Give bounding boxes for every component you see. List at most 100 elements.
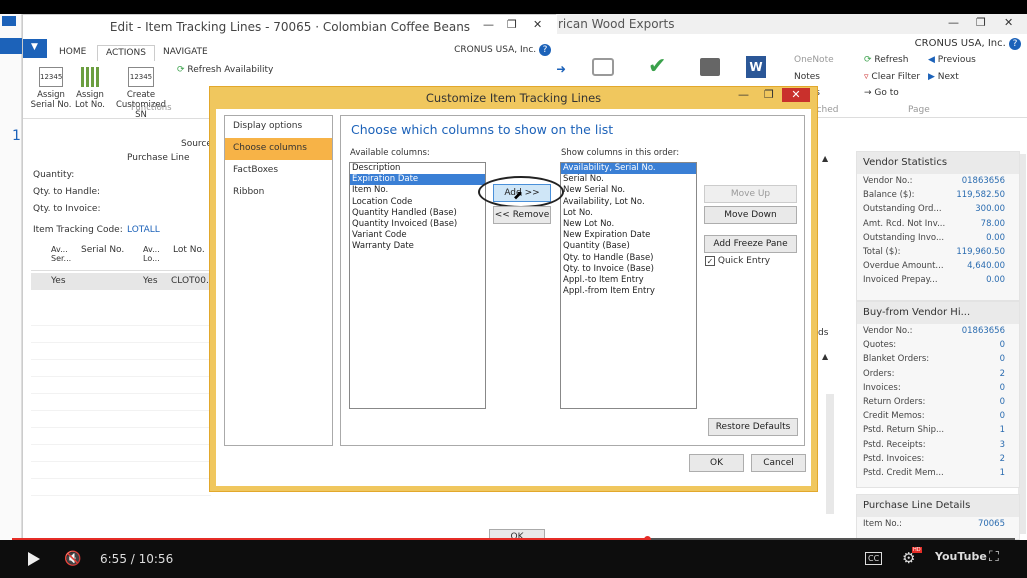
dialog-ok-button[interactable]: OK [689,454,744,472]
move-down-button[interactable]: Move Down [704,206,797,224]
list-item[interactable]: Lot No. [561,208,696,219]
dialog-close-button[interactable]: ✕ [782,88,810,102]
tab-navigate[interactable]: NAVIGATE [155,45,216,61]
vendor-stat-value[interactable]: 01863656 [962,176,1005,186]
scrollbar[interactable] [826,394,834,514]
help-icon[interactable]: ? [539,44,551,56]
vendor-stat-value[interactable]: 0.00 [986,275,1005,285]
nav-ribbon[interactable]: Ribbon [225,182,332,204]
clear-filter-button[interactable]: ▿ Clear Filter [864,72,920,82]
nav-display-options[interactable]: Display options [225,116,332,138]
restore-icon[interactable]: ❐ [764,88,774,101]
buy-from-value[interactable]: 2 [1000,369,1005,379]
help-icon[interactable]: ? [1009,38,1021,50]
nav-factboxes[interactable]: FactBoxes [225,160,332,182]
shown-columns-list[interactable]: Availability, Serial No. Serial No. New Se… [560,162,697,409]
col-lot-no[interactable]: Lot No. [173,245,205,255]
nav-choose-columns[interactable]: Choose columns [225,138,332,160]
list-item[interactable]: New Expiration Date [561,230,696,241]
list-item[interactable]: Quantity Handled (Base) [350,208,485,219]
collapse-icon[interactable]: ▲ [822,154,828,163]
file-menu-button[interactable]: ▼ [23,39,47,58]
vendor-stat-value[interactable]: 119,960.50 [956,247,1005,257]
list-item[interactable]: Availability, Lot No. [561,197,696,208]
mute-icon[interactable]: 🔇 [64,551,81,567]
next-button[interactable]: ▶ Next [928,72,959,82]
list-item[interactable]: Quantity Invoiced (Base) [350,219,485,230]
list-item[interactable]: Warranty Date [350,241,485,252]
col-avail-serial[interactable]: Av... Ser... [51,245,73,263]
move-up-button[interactable]: Move Up [704,185,797,203]
minimize-icon[interactable]: — [948,16,959,29]
arrow-icon[interactable]: ➜ [556,62,566,76]
list-item[interactable]: Serial No. [561,174,696,185]
vendor-stat-value[interactable]: 78.00 [981,219,1005,229]
list-item[interactable]: Availability, Serial No. [561,163,696,175]
list-item[interactable]: Expiration Date [350,174,485,186]
list-item[interactable]: Item No. [350,185,485,196]
goto-button[interactable]: → Go to [864,88,899,98]
add-freeze-pane-button[interactable]: Add Freeze Pane [704,235,797,253]
list-item[interactable]: New Serial No. [561,185,696,196]
buy-from-value[interactable]: 2 [1000,454,1005,464]
buy-from-value[interactable]: 0 [1000,354,1005,364]
close-icon[interactable]: ✕ [1004,16,1013,29]
bg-file-tab[interactable] [0,38,22,54]
available-columns-list[interactable]: Description Expiration Date Item No. Locati… [349,162,486,409]
restore-icon[interactable]: ❐ [507,18,517,31]
previous-button[interactable]: ◀ Previous [928,55,976,65]
list-item[interactable]: Qty. to Handle (Base) [561,253,696,264]
list-item[interactable]: Qty. to Invoice (Base) [561,264,696,275]
checkmark-icon[interactable]: ✔ [648,54,666,79]
list-item[interactable]: Appl.-to Item Entry [561,275,696,286]
vendor-stat-value[interactable]: 300.00 [975,204,1005,214]
print-icon[interactable] [700,58,720,76]
collapse-icon[interactable]: ▲ [822,352,828,361]
vendor-stat-value[interactable]: 4,640.00 [967,261,1005,271]
word-icon[interactable]: W [746,56,766,78]
list-item[interactable]: Description [350,163,485,174]
vendor-stat-value[interactable]: 119,582.50 [956,190,1005,200]
refresh-button[interactable]: ⟳ Refresh [864,55,908,65]
fullscreen-icon[interactable]: ⛶ [989,549,999,565]
buy-from-value[interactable]: 01863656 [962,326,1005,336]
buy-from-value[interactable]: 1 [1000,425,1005,435]
checkbox-checked-icon[interactable]: ✓ [705,256,715,266]
remove-button[interactable]: << Remove [493,206,551,224]
restore-defaults-button[interactable]: Restore Defaults [708,418,798,436]
refresh-availability-button[interactable]: ⟳ Refresh Availability [177,65,273,75]
play-icon[interactable] [28,552,40,566]
youtube-logo[interactable]: YouTube [935,550,987,563]
quick-entry-checkbox[interactable]: ✓ Quick Entry [705,256,770,266]
minimize-icon[interactable]: — [483,18,494,31]
list-item[interactable]: Variant Code [350,230,485,241]
col-serial-no[interactable]: Serial No. [81,245,124,255]
list-item[interactable]: Appl.-from Item Entry [561,286,696,297]
purchase-line-value[interactable]: 70065 [978,519,1005,529]
notes-button[interactable]: Notes [794,72,820,82]
buy-from-value[interactable]: 0 [1000,411,1005,421]
minimize-icon[interactable]: — [738,88,749,101]
buy-from-value[interactable]: 0 [1000,340,1005,350]
filter-icon: ▿ [864,72,869,82]
buy-from-value[interactable]: 0 [1000,397,1005,407]
tab-home[interactable]: HOME [51,45,94,61]
tracking-code-link[interactable]: LOTALL [127,225,160,235]
list-item[interactable]: Location Code [350,197,485,208]
list-item[interactable]: New Lot No. [561,219,696,230]
vendor-stat-value[interactable]: 0.00 [986,233,1005,243]
tab-actions[interactable]: ACTIONS [97,45,155,61]
comment-icon[interactable] [592,58,614,76]
dialog-cancel-button[interactable]: Cancel [751,454,806,472]
list-item[interactable]: Quantity (Base) [561,241,696,252]
buy-from-value[interactable]: 0 [1000,383,1005,393]
restore-icon[interactable]: ❐ [976,16,986,29]
captions-button[interactable]: CC [865,552,883,565]
onenote-button[interactable]: OneNote [794,55,834,65]
buy-from-value[interactable]: 1 [1000,468,1005,478]
assign-serial-button[interactable]: 12345 Assign Serial No. [29,67,73,110]
assign-lot-button[interactable]: Assign Lot No. [73,67,107,110]
buy-from-value[interactable]: 3 [1000,440,1005,450]
close-icon[interactable]: ✕ [533,18,542,31]
col-avail-lot[interactable]: Av... Lo... [143,245,165,263]
